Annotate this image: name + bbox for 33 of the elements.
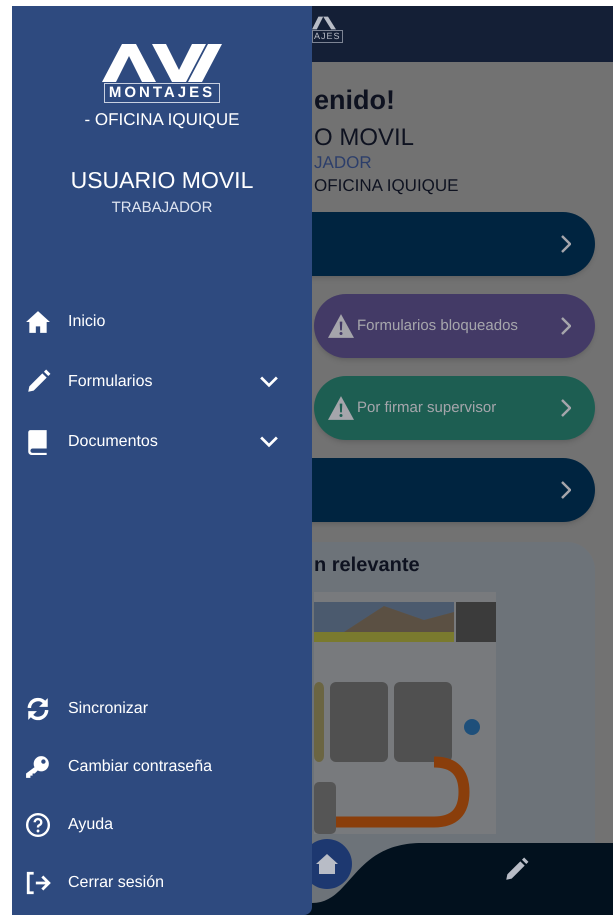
menu-item-label[interactable]: Sincronizar — [68, 697, 148, 721]
home-icon — [24, 308, 52, 334]
home-icon — [315, 852, 339, 876]
menu-item-label[interactable]: Formularios — [68, 370, 260, 394]
chevron-right-icon — [561, 399, 571, 417]
logo-mark-icon — [312, 16, 336, 30]
help-icon — [24, 812, 52, 838]
menu-item-label[interactable]: Ayuda — [68, 813, 114, 837]
office-label: OFICINA IQUIQUE — [314, 175, 460, 197]
warning-icon — [328, 314, 354, 338]
user-role: TRABAJADOR — [112, 198, 212, 218]
logout-icon — [24, 870, 52, 896]
chevron-right-icon — [561, 317, 571, 335]
menu-item-label[interactable]: Documentos — [68, 430, 260, 454]
warning-icon — [328, 396, 354, 420]
logo-caption: AJES — [312, 30, 343, 43]
chevron-right-icon — [561, 235, 571, 253]
office-label: - OFICINA IQUIQUE — [84, 109, 240, 131]
user-name: USUARIO MOVIL — [70, 166, 254, 194]
menu-item-label[interactable]: Inicio — [68, 310, 278, 334]
action-button[interactable]: Formularios bloqueados — [314, 294, 595, 358]
menu-item-label[interactable]: Cambiar contraseña — [68, 755, 212, 779]
button-label: Formularios bloqueados — [357, 316, 519, 336]
user-name: O MOVIL — [314, 124, 416, 152]
chevron-right-icon — [561, 481, 571, 499]
card-title: n relevante — [314, 553, 421, 578]
user-role: JADOR — [314, 152, 373, 174]
button-label: Por firmar supervisor — [357, 398, 498, 418]
menu-item-label[interactable]: Cerrar sesión — [68, 871, 164, 895]
greeting: enido! — [314, 84, 396, 116]
key-icon — [24, 754, 52, 780]
logo-caption: MONTAJES — [104, 83, 220, 103]
logo-mark-icon — [102, 44, 222, 82]
